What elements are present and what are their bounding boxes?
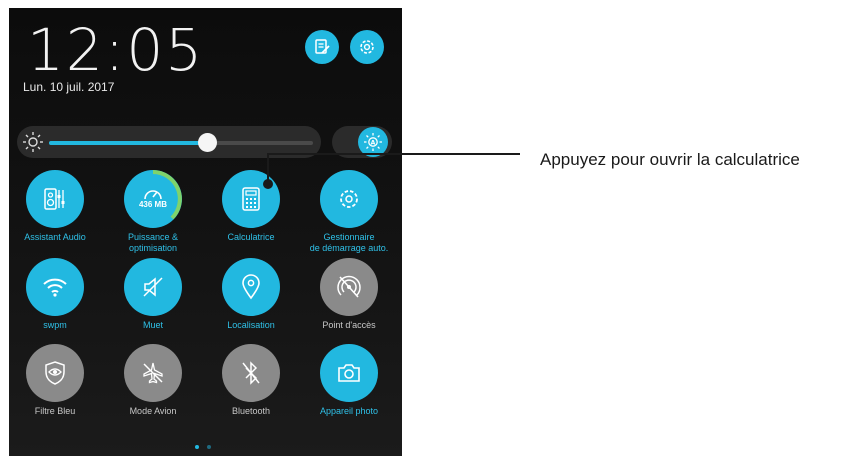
- tile-gestionnaire-demarrage[interactable]: Gestionnaire de démarrage auto.: [301, 170, 397, 254]
- hotspot-off-icon: [337, 275, 361, 298]
- tile-label: Bluetooth: [231, 406, 271, 416]
- tile-label: Mode Avion: [129, 406, 177, 416]
- gear-icon: [340, 190, 358, 208]
- callout-text: Appuyez pour ouvrir la calculatrice: [540, 150, 800, 169]
- tile-puissance-optimisation[interactable]: 436 MB Puissance & optimisation: [105, 170, 201, 254]
- edit-list-icon: [315, 39, 330, 54]
- tile-label: Appareil photo: [319, 406, 379, 416]
- tile-calculatrice[interactable]: Calculatrice: [203, 170, 299, 243]
- brightness-thumb[interactable]: [198, 133, 218, 152]
- tile-label: swpm: [43, 320, 67, 330]
- page-dot-active[interactable]: [195, 445, 199, 449]
- page-dot[interactable]: [207, 445, 212, 449]
- tile-label: Muet: [142, 320, 163, 330]
- settings-button[interactable]: [350, 30, 384, 64]
- memory-value: 436 MB: [138, 200, 167, 209]
- tile-label: Point d'accès: [322, 320, 376, 330]
- edit-button[interactable]: [305, 30, 339, 64]
- tile-appareil-photo[interactable]: Appareil photo: [301, 344, 397, 417]
- tile-label: Gestionnaire de démarrage auto.: [309, 232, 389, 253]
- tile-wifi[interactable]: swpm: [9, 258, 103, 331]
- clock: 12:05: [27, 16, 205, 84]
- bluetooth-off-icon: [242, 361, 260, 385]
- calculator-icon: [242, 187, 260, 211]
- tile-label: Assistant Audio: [24, 232, 86, 242]
- tile-muet[interactable]: Muet: [105, 258, 201, 331]
- brightness-fill: [49, 141, 208, 145]
- auto-brightness-icon: A: [364, 133, 382, 151]
- tile-label: Puissance & optimisation: [127, 232, 179, 253]
- tile-label: Filtre Bleu: [34, 406, 76, 416]
- svg-text:A: A: [371, 140, 376, 147]
- eye-shield-icon: [45, 361, 65, 385]
- tile-label: Localisation: [227, 320, 275, 330]
- tile-assistant-audio[interactable]: Assistant Audio: [9, 170, 103, 243]
- brightness-slider[interactable]: [49, 133, 313, 152]
- tile-point-acces[interactable]: Point d'accès: [301, 258, 397, 331]
- callout-line-horizontal: [267, 153, 520, 155]
- tile-label: Calculatrice: [227, 232, 275, 242]
- gear-icon: [360, 40, 374, 54]
- speaker-equalizer-icon: [44, 188, 65, 210]
- page-indicator: [193, 436, 213, 454]
- memory-ring: [152, 170, 182, 220]
- tile-bluetooth[interactable]: Bluetooth: [203, 344, 299, 417]
- location-pin-icon: [242, 274, 260, 300]
- tile-mode-avion[interactable]: Mode Avion: [105, 344, 201, 417]
- camera-icon: [338, 364, 360, 382]
- date: Lun. 10 juil. 2017: [23, 80, 115, 94]
- airplane-icon: [143, 362, 163, 384]
- brightness-sun-icon: [23, 132, 43, 152]
- quick-settings-panel: 12:05 Lun. 10 juil. 2017 A Assistant Aud…: [9, 8, 402, 456]
- tile-localisation[interactable]: Localisation: [203, 258, 299, 331]
- wifi-icon: [43, 278, 67, 297]
- callout-dot: [263, 179, 273, 189]
- mute-icon: [143, 277, 163, 297]
- tile-filtre-bleu[interactable]: Filtre Bleu: [9, 344, 103, 417]
